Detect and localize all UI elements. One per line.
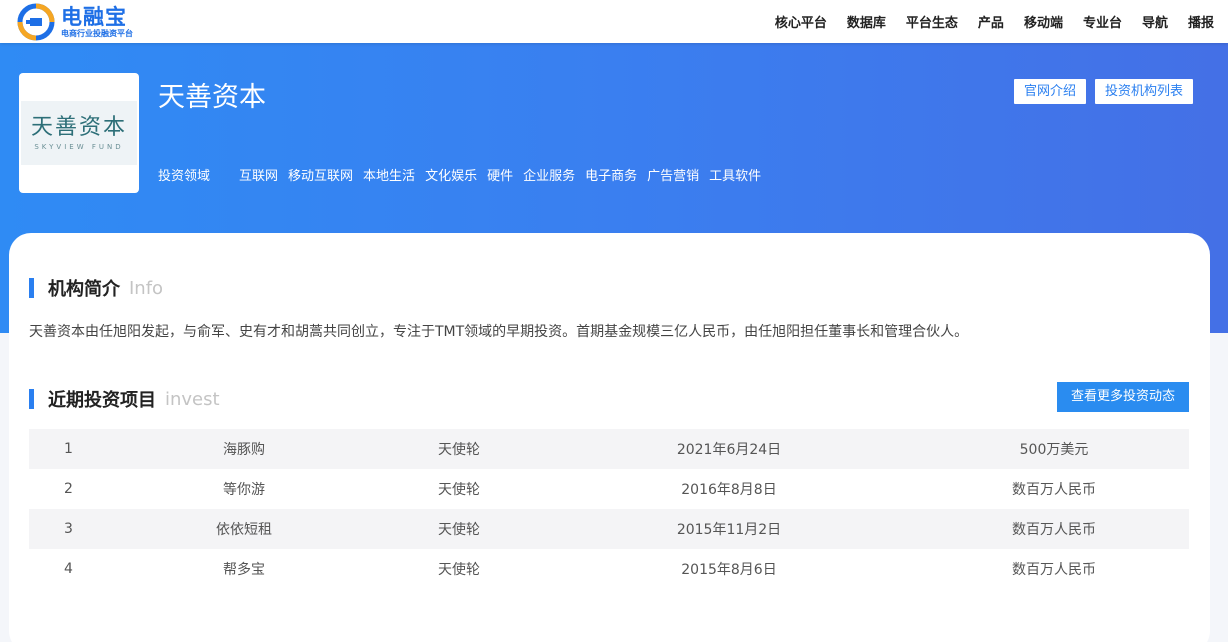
brand-subtitle: 电商行业投融资平台	[61, 29, 133, 38]
investment-date: 2016年8月8日	[681, 482, 777, 498]
field-tag: 广告营销	[647, 169, 700, 184]
top-navbar: 电融宝 电商行业投融资平台 核心平台 数据库 平台生态 产品 移动端 专业台 导…	[0, 0, 1228, 43]
field-tag: 工具软件	[709, 169, 762, 184]
nav-item-database[interactable]: 数据库	[847, 12, 886, 31]
nav-item-broadcast[interactable]: 播报	[1188, 12, 1214, 31]
table-row[interactable]: 4 帮多宝 天使轮 2015年8月6日 数百万人民币	[29, 549, 1189, 589]
content-card: 机构简介 Info 天善资本由任旭阳发起，与俞军、史有才和胡蒿共同创立，专注于T…	[9, 233, 1210, 642]
invest-section-en: invest	[165, 388, 220, 410]
investment-fields: 投资领域 互联网 移动互联网 本地生活 文化娱乐 硬件 企业服务 电子商务 广告…	[158, 165, 771, 184]
row-index: 1	[64, 441, 73, 457]
investment-amount: 数百万人民币	[1012, 482, 1096, 498]
invest-section-title: 近期投资项目	[48, 390, 156, 411]
brand-logo[interactable]: 电融宝 电商行业投融资平台	[16, 2, 156, 42]
field-tag: 硬件	[487, 169, 514, 184]
investment-amount: 数百万人民币	[1012, 562, 1096, 578]
field-tag: 移动互联网	[288, 169, 354, 184]
nav-item-navigation[interactable]: 导航	[1142, 12, 1168, 31]
institution-name: 天善资本	[158, 82, 266, 113]
investment-date: 2015年11月2日	[676, 522, 782, 538]
field-tag: 企业服务	[523, 169, 576, 184]
institution-logo: 天善资本 SKYVIEW FUND	[19, 73, 139, 193]
field-tag: 文化娱乐	[425, 169, 478, 184]
field-tag: 电子商务	[585, 169, 638, 184]
nav-item-mobile[interactable]: 移动端	[1024, 12, 1063, 31]
main-nav: 核心平台 数据库 平台生态 产品 移动端 专业台 导航 播报	[755, 0, 1214, 43]
field-tag: 互联网	[239, 169, 279, 184]
intro-section-en: Info	[129, 277, 164, 299]
project-name[interactable]: 依依短租	[109, 519, 379, 539]
investment-table: 1 海豚购 天使轮 2021年6月24日 500万美元 2 等你游 天使轮 20…	[29, 429, 1189, 589]
official-site-button[interactable]: 官网介绍	[1014, 79, 1087, 104]
row-index: 2	[64, 481, 73, 497]
investment-amount: 500万美元	[1019, 442, 1089, 458]
investment-amount: 数百万人民币	[1012, 522, 1096, 538]
brand-title: 电融宝	[61, 5, 127, 29]
project-name[interactable]: 海豚购	[109, 439, 379, 459]
institution-logo-en: SKYVIEW FUND	[34, 143, 124, 151]
table-row[interactable]: 1 海豚购 天使轮 2021年6月24日 500万美元	[29, 429, 1189, 469]
table-row[interactable]: 3 依依短租 天使轮 2015年11月2日 数百万人民币	[29, 509, 1189, 549]
project-name[interactable]: 帮多宝	[109, 559, 379, 579]
row-index: 4	[64, 561, 73, 577]
nav-item-professional[interactable]: 专业台	[1083, 12, 1122, 31]
funding-round: 天使轮	[438, 482, 480, 498]
institution-logo-cn: 天善资本	[30, 115, 127, 140]
project-name[interactable]: 等你游	[109, 479, 379, 499]
invest-section-heading: 近期投资项目 invest	[29, 386, 220, 412]
row-index: 3	[64, 521, 73, 537]
investment-date: 2015年8月6日	[681, 562, 777, 578]
nav-item-core-platform[interactable]: 核心平台	[775, 12, 827, 31]
intro-section-title: 机构简介	[48, 279, 120, 300]
nav-item-ecosystem[interactable]: 平台生态	[906, 12, 958, 31]
funding-round: 天使轮	[438, 442, 480, 458]
investment-date: 2021年6月24日	[676, 442, 782, 458]
table-row[interactable]: 2 等你游 天使轮 2016年8月8日 数百万人民币	[29, 469, 1189, 509]
nav-item-products[interactable]: 产品	[978, 12, 1004, 31]
intro-section-heading: 机构简介 Info	[29, 275, 163, 301]
section-accent-bar	[29, 278, 34, 298]
funding-round: 天使轮	[438, 522, 480, 538]
section-accent-bar	[29, 389, 34, 409]
funding-round: 天使轮	[438, 562, 480, 578]
more-investments-button[interactable]: 查看更多投资动态	[1057, 382, 1189, 412]
brand-logo-icon	[17, 3, 55, 41]
investment-fields-label: 投资领域	[158, 169, 211, 184]
intro-text: 天善资本由任旭阳发起，与俞军、史有才和胡蒿共同创立，专注于TMT领域的早期投资。…	[29, 324, 969, 340]
institution-list-button[interactable]: 投资机构列表	[1095, 79, 1194, 104]
field-tag: 本地生活	[363, 169, 416, 184]
